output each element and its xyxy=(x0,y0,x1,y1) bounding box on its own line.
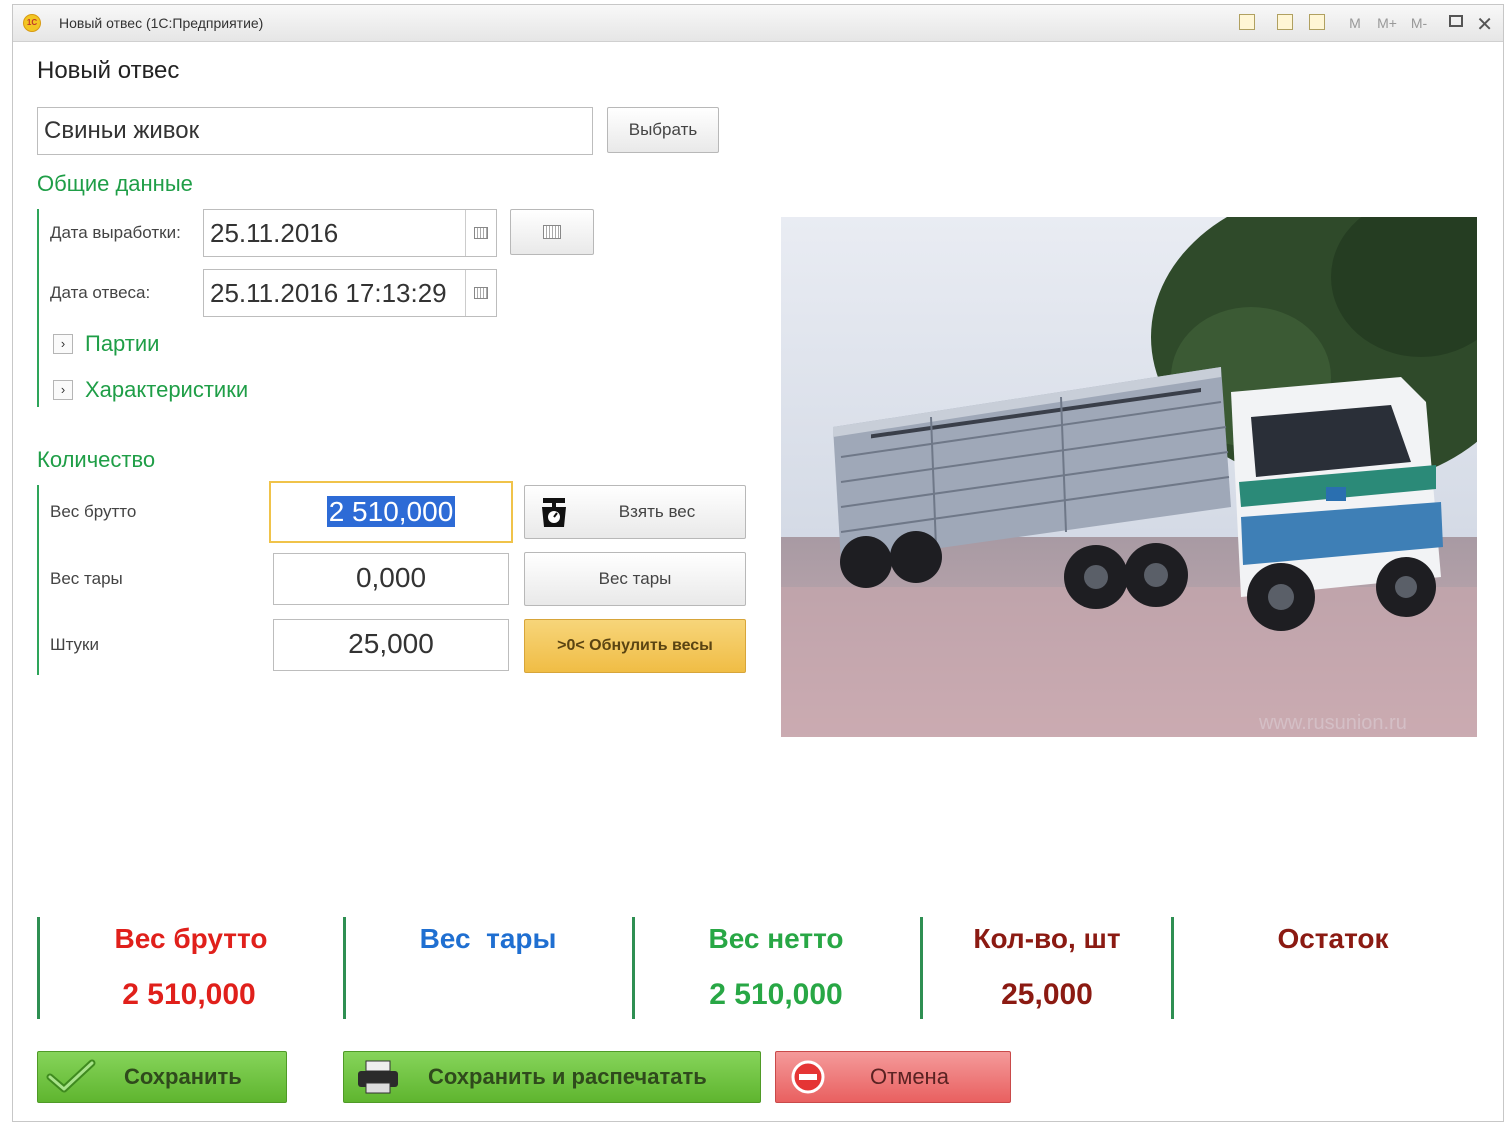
total-net-value: 2 510,000 xyxy=(709,978,843,1011)
product-input[interactable]: Свиньи живок xyxy=(37,107,593,155)
memory-plus-button[interactable]: M+ xyxy=(1373,13,1401,33)
gross-weight-label: Вес брутто xyxy=(50,502,137,521)
totals-separator xyxy=(343,917,346,1019)
close-icon[interactable]: ✕ xyxy=(1476,12,1493,37)
save-label: Сохранить xyxy=(124,1064,242,1089)
app-logo-icon: 1С xyxy=(23,14,41,32)
tare-weight-button[interactable]: Вес тары xyxy=(524,552,746,606)
form-title: Новый отвес xyxy=(37,57,180,84)
calendar-icon xyxy=(543,225,561,239)
quantity-section-title: Количество xyxy=(37,447,156,472)
batches-group[interactable]: Партии xyxy=(85,331,159,357)
weigh-date-field[interactable]: 25.11.2016 17:13:29 xyxy=(203,269,497,317)
pieces-label: Штуки xyxy=(50,635,99,654)
production-date-value: 25.11.2016 xyxy=(210,218,339,248)
gross-weight-value: 2 510,000 xyxy=(326,496,456,527)
gross-weight-field[interactable]: 2 510,000 xyxy=(269,481,513,543)
take-weight-label: Взять вес xyxy=(618,502,696,521)
calendar-icon[interactable] xyxy=(1309,14,1325,30)
select-product-button[interactable]: Выбрать xyxy=(607,107,719,153)
printer-icon xyxy=(358,1060,398,1094)
characteristics-expand-icon[interactable]: › xyxy=(53,380,73,400)
calculator-icon[interactable] xyxy=(1277,14,1293,30)
total-gross-title: Вес брутто xyxy=(114,923,268,954)
weigh-date-label: Дата отвеса: xyxy=(50,283,151,302)
total-net-title: Вес нетто xyxy=(708,923,844,954)
quantity-group-bar xyxy=(37,485,39,675)
product-photo: www.rusunion.ru xyxy=(781,217,1477,737)
checkmark-icon xyxy=(46,1059,96,1093)
total-count-title: Кол-во, шт xyxy=(973,923,1121,954)
save-and-print-label: Сохранить и распечатать xyxy=(428,1064,707,1089)
cancel-button[interactable]: Отмена xyxy=(775,1051,1011,1103)
general-group-bar xyxy=(37,209,39,407)
title-bar: 1С Новый отвес (1С:Предприятие) M M+ M- … xyxy=(13,5,1503,42)
zero-scales-button[interactable]: >0< Обнулить весы xyxy=(524,619,746,673)
calendar-icon xyxy=(474,227,488,239)
maximize-icon[interactable] xyxy=(1449,15,1463,27)
memory-button[interactable]: M xyxy=(1343,13,1367,33)
take-weight-button[interactable]: Взять вес xyxy=(524,485,746,539)
favorites-icon[interactable] xyxy=(1239,14,1255,30)
calendar-button[interactable] xyxy=(510,209,594,255)
tare-weight-field[interactable]: 0,000 xyxy=(273,553,509,605)
total-gross-value: 2 510,000 xyxy=(122,978,256,1011)
totals-separator xyxy=(1171,917,1174,1019)
pieces-field[interactable]: 25,000 xyxy=(273,619,509,671)
photo-watermark: www.rusunion.ru xyxy=(1258,712,1407,734)
production-date-picker[interactable] xyxy=(465,210,496,256)
save-and-print-button[interactable]: Сохранить и распечатать xyxy=(343,1051,761,1103)
cancel-label: Отмена xyxy=(870,1064,949,1089)
total-rest-title: Остаток xyxy=(1277,923,1389,954)
app-window: 1С Новый отвес (1С:Предприятие) M M+ M- … xyxy=(12,4,1504,1122)
production-date-field[interactable]: 25.11.2016 xyxy=(203,209,497,257)
tare-weight-label: Вес тары xyxy=(50,569,123,588)
totals-separator xyxy=(632,917,635,1019)
weigh-date-value: 25.11.2016 17:13:29 xyxy=(210,278,447,308)
save-button[interactable]: Сохранить xyxy=(37,1051,287,1103)
production-date-label: Дата выработки: xyxy=(50,223,181,242)
no-entry-icon xyxy=(791,1060,825,1094)
characteristics-group[interactable]: Характеристики xyxy=(85,377,248,403)
window-title: Новый отвес (1С:Предприятие) xyxy=(59,15,264,31)
batches-expand-icon[interactable]: › xyxy=(53,334,73,354)
memory-minus-button[interactable]: M- xyxy=(1405,13,1433,33)
general-section-title: Общие данные xyxy=(37,171,193,196)
total-count-value: 25,000 xyxy=(1001,978,1093,1011)
weigh-date-picker[interactable] xyxy=(465,270,496,316)
scales-icon xyxy=(542,498,566,527)
total-tare-title: Вес тары xyxy=(419,923,557,954)
totals-separator xyxy=(37,917,40,1019)
totals-separator xyxy=(920,917,923,1019)
calendar-icon xyxy=(474,287,488,299)
